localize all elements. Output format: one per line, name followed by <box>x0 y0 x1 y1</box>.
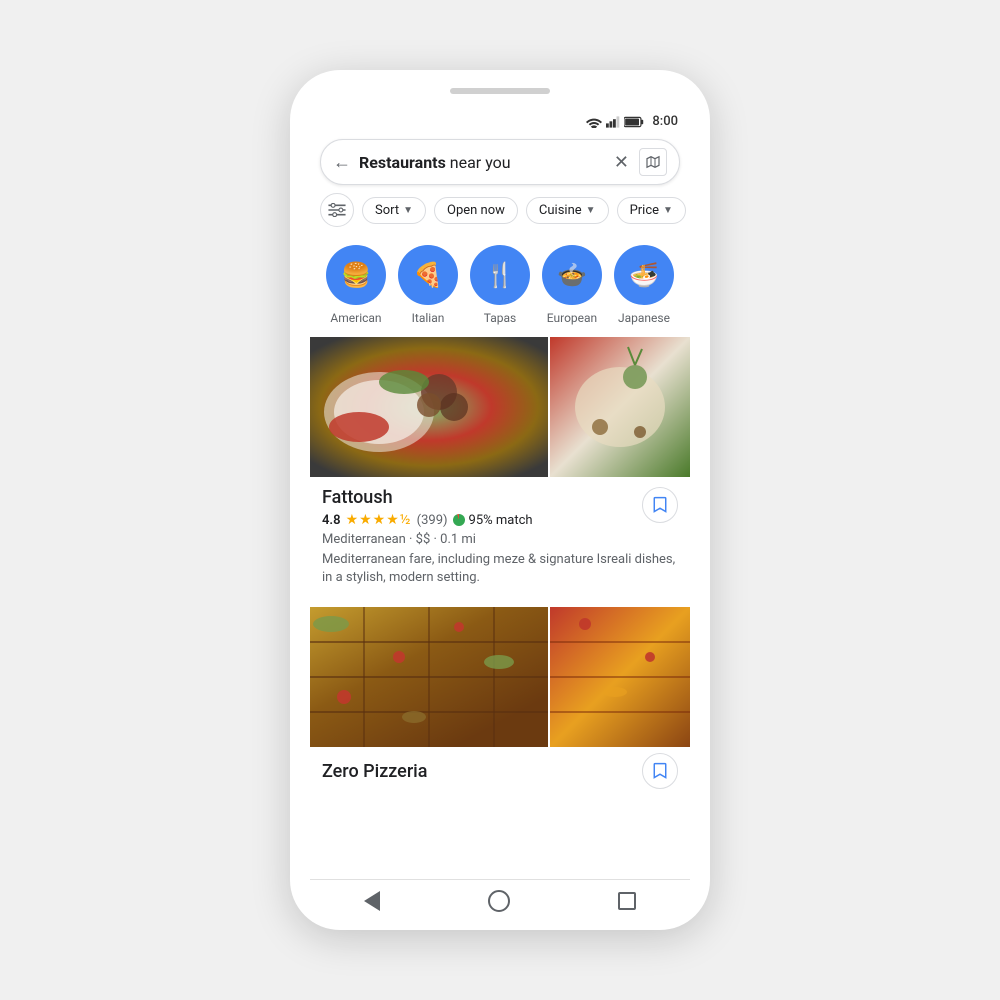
category-american[interactable]: 🍔 American <box>326 245 386 325</box>
fattoush-info: Fattoush 4.8 ★★★★½ (399) 95% match Medit… <box>310 477 690 591</box>
fattoush-meta: Mediterranean · $$ · 0.1 mi <box>322 532 678 547</box>
sort-chip[interactable]: Sort ▼ <box>362 197 426 224</box>
recents-square-icon <box>618 892 636 910</box>
fattoush-name: Fattoush <box>322 487 678 508</box>
match-dot-icon <box>453 514 465 526</box>
tapas-label: Tapas <box>484 311 516 325</box>
back-triangle-icon <box>364 891 380 911</box>
status-bar: 8:00 <box>310 108 690 133</box>
price-chip[interactable]: Price ▼ <box>617 197 686 224</box>
restaurant-card-zero-pizzeria[interactable]: Zero Pizzeria <box>310 607 690 793</box>
search-query-rest: near you <box>446 153 511 172</box>
nav-back-button[interactable] <box>364 891 380 911</box>
phone-notch <box>450 88 550 94</box>
status-time: 8:00 <box>652 114 678 129</box>
fattoush-rating-num: 4.8 <box>322 513 341 528</box>
restaurant-card-fattoush[interactable]: Fattoush 4.8 ★★★★½ (399) 95% match Medit… <box>310 337 690 599</box>
wifi-icon <box>586 116 602 128</box>
cuisine-chip-label: Cuisine <box>539 203 582 218</box>
search-bar[interactable]: ← Restaurants near you ✕ <box>320 139 680 185</box>
home-circle-icon <box>488 890 510 912</box>
italian-label: Italian <box>412 311 445 325</box>
open-now-chip-label: Open now <box>447 203 505 218</box>
sort-chip-label: Sort <box>375 203 399 218</box>
japanese-label: Japanese <box>618 311 670 325</box>
category-european[interactable]: 🍲 European <box>542 245 602 325</box>
fattoush-match: 95% match <box>453 513 533 528</box>
phone-screen: 8:00 ← Restaurants near you ✕ <box>310 108 690 920</box>
bottom-navigation <box>310 879 690 920</box>
sort-chip-arrow: ▼ <box>403 205 413 216</box>
american-label: American <box>330 311 381 325</box>
category-japanese[interactable]: 🍜 Japanese <box>614 245 674 325</box>
cuisine-chip[interactable]: Cuisine ▼ <box>526 197 609 224</box>
european-icon: 🍲 <box>542 245 602 305</box>
fattoush-rating-count: (399) <box>417 513 448 528</box>
fattoush-rating: 4.8 ★★★★½ (399) 95% match <box>322 512 678 528</box>
filter-settings-button[interactable] <box>320 193 354 227</box>
match-text: 95% match <box>469 513 533 528</box>
price-chip-arrow: ▼ <box>663 205 673 216</box>
fattoush-description: Mediterranean fare, including meze & sig… <box>322 551 678 587</box>
nav-recents-button[interactable] <box>618 892 636 910</box>
fattoush-stars: ★★★★½ <box>346 512 412 528</box>
open-now-chip[interactable]: Open now <box>434 197 518 224</box>
phone-frame: 8:00 ← Restaurants near you ✕ <box>290 70 710 930</box>
category-row: 🍔 American 🍕 Italian 🍴 Tapas 🍲 European … <box>310 237 690 337</box>
battery-icon <box>624 116 644 128</box>
signal-icon <box>606 116 620 128</box>
cuisine-chip-arrow: ▼ <box>586 205 596 216</box>
content-spacer <box>310 793 690 879</box>
american-icon: 🍔 <box>326 245 386 305</box>
pizzeria-name: Zero Pizzeria <box>322 761 427 782</box>
pizza-main-image <box>310 607 548 747</box>
fattoush-images <box>310 337 690 477</box>
pizza-side-image <box>550 607 690 747</box>
pizzeria-images <box>310 607 690 747</box>
italian-icon: 🍕 <box>398 245 458 305</box>
fattoush-main-image <box>310 337 548 477</box>
nav-home-button[interactable] <box>488 890 510 912</box>
european-label: European <box>547 311 597 325</box>
status-icons: 8:00 <box>586 114 678 129</box>
search-actions: ✕ <box>614 148 667 176</box>
back-arrow-icon[interactable]: ← <box>333 152 351 173</box>
clear-search-button[interactable]: ✕ <box>614 152 629 173</box>
price-chip-label: Price <box>630 203 659 218</box>
fattoush-side-image <box>550 337 690 477</box>
map-view-button[interactable] <box>639 148 667 176</box>
fattoush-save-button[interactable] <box>642 487 678 523</box>
search-query: Restaurants near you <box>359 153 606 172</box>
category-tapas[interactable]: 🍴 Tapas <box>470 245 530 325</box>
search-query-bold: Restaurants <box>359 153 446 172</box>
filter-row: Sort ▼ Open now Cuisine ▼ Price ▼ <box>310 193 690 237</box>
category-italian[interactable]: 🍕 Italian <box>398 245 458 325</box>
japanese-icon: 🍜 <box>614 245 674 305</box>
pizzeria-save-button[interactable] <box>642 753 678 789</box>
tapas-icon: 🍴 <box>470 245 530 305</box>
